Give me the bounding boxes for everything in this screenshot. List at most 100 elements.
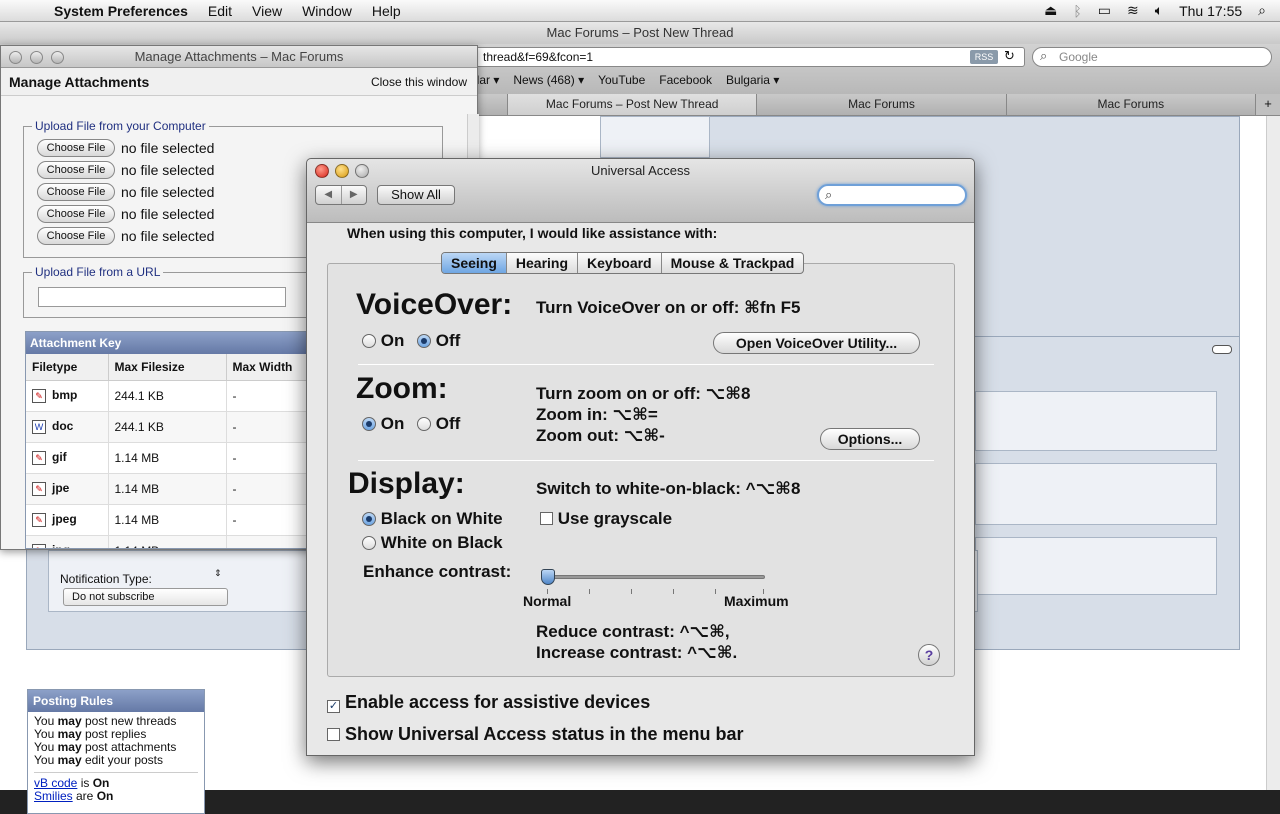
- choose-file-button[interactable]: Choose File: [37, 161, 115, 179]
- tab-seeing[interactable]: Seeing: [442, 253, 506, 273]
- ua-tab-bar: Seeing Hearing Keyboard Mouse & Trackpad: [441, 252, 805, 274]
- new-tab-button[interactable]: +: [1255, 94, 1280, 115]
- contrast-slider[interactable]: [547, 575, 765, 579]
- bookmark-news[interactable]: News (468) ▾: [513, 73, 584, 87]
- spotlight-icon[interactable]: ⌕: [1258, 2, 1266, 19]
- close-window-icon[interactable]: [9, 51, 22, 64]
- ua-back-forward: ◀ ▶: [315, 185, 367, 205]
- slider-tick: [547, 589, 548, 594]
- close-window-link[interactable]: Close this window: [371, 75, 467, 89]
- attachments-heading: Manage Attachments: [9, 73, 150, 90]
- voiceover-on-radio[interactable]: On: [362, 331, 404, 351]
- collapse-icon[interactable]: [1212, 345, 1232, 354]
- universal-access-window: Universal Access ◀ ▶ Show All ⌕ When usi…: [306, 158, 975, 756]
- black-on-white-radio[interactable]: Black on White: [362, 509, 503, 529]
- zoom-in-shortcut: Zoom in: ⌥⌘=: [536, 405, 658, 424]
- menu-window[interactable]: Window: [292, 3, 362, 19]
- tab-keyboard[interactable]: Keyboard: [577, 253, 661, 273]
- bluetooth-icon[interactable]: ᛒ: [1073, 3, 1081, 19]
- menu-bar: System Preferences Edit View Window Help…: [0, 0, 1280, 22]
- contrast-normal-label: Normal: [523, 593, 572, 609]
- file-row-3: Choose File no file selected: [37, 183, 214, 201]
- volume-icon[interactable]: 🔈︎: [1155, 2, 1163, 19]
- col-max-filesize: Max Filesize: [108, 354, 227, 381]
- battery-icon[interactable]: ▭: [1098, 2, 1111, 19]
- zoom-on-radio[interactable]: On: [362, 414, 404, 434]
- address-bar[interactable]: thread&f=69&fcon=1: [470, 47, 1025, 67]
- menu-view[interactable]: View: [242, 3, 292, 19]
- voiceover-shortcut: Turn VoiceOver on or off: ⌘fn F5: [536, 298, 801, 317]
- upload-computer-legend: Upload File from your Computer: [32, 119, 209, 133]
- option-box-2: [975, 463, 1217, 525]
- white-on-black-radio[interactable]: White on Black: [362, 533, 503, 553]
- file-icon: ✎: [32, 388, 46, 403]
- zoom-window-icon[interactable]: [355, 164, 369, 178]
- zoom-off-radio[interactable]: Off: [417, 414, 460, 434]
- file-icon: ✎: [32, 450, 46, 465]
- ua-search-field[interactable]: ⌕: [817, 184, 967, 206]
- choose-file-button[interactable]: Choose File: [37, 205, 115, 223]
- minimize-window-icon[interactable]: [30, 51, 43, 64]
- voiceover-off-radio[interactable]: Off: [417, 331, 460, 351]
- file-row-1: Choose File no file selected: [37, 139, 214, 157]
- file-icon: ✎: [32, 543, 46, 548]
- ua-intro-text: When using this computer, I would like a…: [347, 225, 718, 241]
- reload-icon[interactable]: ↻: [1004, 48, 1015, 64]
- grayscale-checkbox[interactable]: Use grayscale: [540, 509, 672, 529]
- zoom-options-button[interactable]: Options...: [820, 428, 920, 450]
- contrast-maximum-label: Maximum: [724, 593, 789, 609]
- tab-hearing[interactable]: Hearing: [505, 253, 577, 273]
- choose-file-button[interactable]: Choose File: [37, 227, 115, 245]
- rss-button[interactable]: RSS: [970, 50, 998, 64]
- option-box-3: [975, 537, 1217, 595]
- help-button[interactable]: ?: [918, 644, 940, 666]
- tab-mouse-trackpad[interactable]: Mouse & Trackpad: [660, 253, 804, 273]
- zoom-heading: Zoom:: [356, 372, 448, 405]
- divider: [358, 460, 934, 461]
- assistive-devices-checkbox[interactable]: ✓ Enable access for assistive devices: [327, 692, 650, 713]
- open-voiceover-utility-button[interactable]: Open VoiceOver Utility...: [713, 332, 920, 354]
- status-menu-checkbox[interactable]: Show Universal Access status in the menu…: [327, 724, 743, 745]
- vb-code-link[interactable]: vB code: [34, 776, 77, 790]
- forward-icon[interactable]: ▶: [340, 186, 367, 204]
- browser-search-field[interactable]: Google: [1032, 47, 1272, 67]
- divider: [358, 364, 934, 365]
- tab-post-new-thread[interactable]: Mac Forums – Post New Thread: [508, 94, 758, 115]
- menu-app-name[interactable]: System Preferences: [40, 3, 198, 19]
- upload-url-input[interactable]: [38, 287, 286, 307]
- slider-tick: [715, 589, 716, 594]
- browser-title: Mac Forums – Post New Thread: [0, 22, 1280, 44]
- clock[interactable]: Thu 17:55: [1179, 3, 1242, 19]
- upload-url-legend: Upload File from a URL: [32, 265, 164, 279]
- time-machine-icon[interactable]: ⏏: [1044, 2, 1057, 19]
- slider-tick: [631, 589, 632, 594]
- show-all-button[interactable]: Show All: [377, 185, 455, 205]
- file-row-5: Choose File no file selected: [37, 227, 214, 245]
- choose-file-button[interactable]: Choose File: [37, 139, 115, 157]
- file-icon: ✎: [32, 481, 46, 496]
- zoom-window-icon[interactable]: [51, 51, 64, 64]
- contrast-slider-knob[interactable]: [541, 569, 555, 585]
- choose-file-button[interactable]: Choose File: [37, 183, 115, 201]
- close-window-icon[interactable]: [315, 164, 329, 178]
- bookmark-facebook[interactable]: Facebook: [659, 73, 712, 87]
- menu-help[interactable]: Help: [362, 3, 411, 19]
- tab-mac-forums-1[interactable]: Mac Forums: [757, 94, 1007, 115]
- smilies-link[interactable]: Smilies: [34, 789, 73, 803]
- ua-seeing-panel: VoiceOver: Turn VoiceOver on or off: ⌘fn…: [327, 263, 955, 677]
- attachments-window-title: Manage Attachments – Mac Forums: [1, 46, 477, 68]
- back-icon[interactable]: ◀: [316, 186, 341, 204]
- slider-tick: [589, 589, 590, 594]
- file-icon: ✎: [32, 512, 46, 527]
- bookmark-youtube[interactable]: YouTube: [598, 73, 645, 87]
- ua-window-title: Universal Access: [591, 163, 690, 178]
- menu-edit[interactable]: Edit: [198, 3, 242, 19]
- slider-tick: [673, 589, 674, 594]
- wifi-icon[interactable]: ≋: [1127, 2, 1139, 19]
- tab-mac-forums-2[interactable]: Mac Forums: [1006, 94, 1256, 115]
- voiceover-heading: VoiceOver:: [356, 288, 513, 321]
- notification-select[interactable]: Do not subscribe: [63, 588, 228, 606]
- minimize-window-icon[interactable]: [335, 164, 349, 178]
- bookmark-bulgaria[interactable]: Bulgaria ▾: [726, 73, 779, 87]
- page-scrollbar[interactable]: [1266, 116, 1280, 790]
